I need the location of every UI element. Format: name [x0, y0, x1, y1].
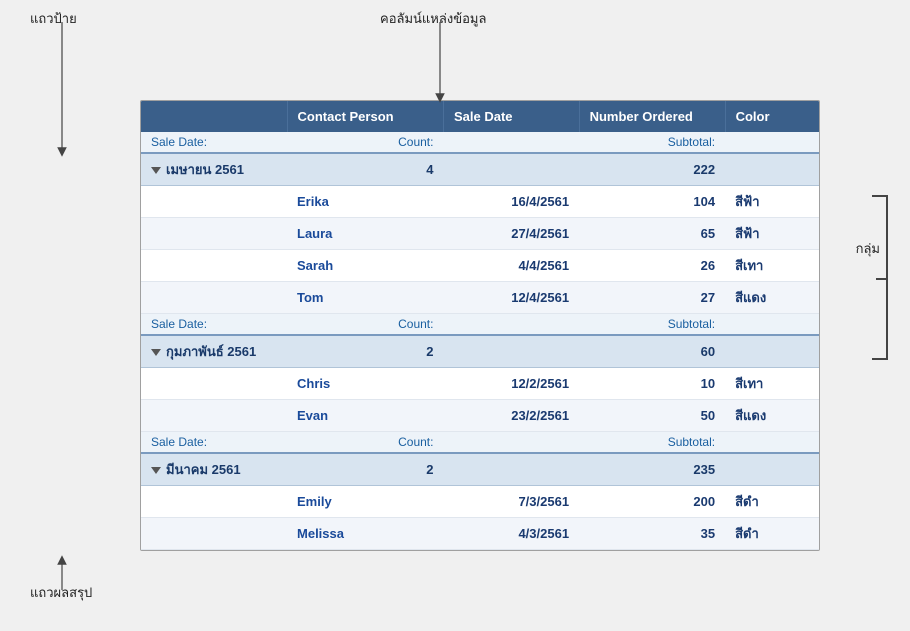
color-cell: สีฟ้า [725, 218, 819, 250]
qty-cell: 27 [579, 282, 725, 314]
empty-first-cell [141, 186, 287, 218]
count-label: Count: [287, 132, 443, 153]
table-row: Laura 27/4/2561 65 สีฟ้า [141, 218, 819, 250]
contact-name-cell: Laura [287, 218, 443, 250]
summary-label-annotation: แถวผลสรุป [30, 582, 92, 603]
group-header-row: มีนาคม 2561 2 235 [141, 453, 819, 486]
group-date-empty [443, 335, 579, 368]
col-header-contact: Contact Person [287, 101, 443, 132]
group-subtotal-cell: 222 [579, 153, 725, 186]
group-header-row: เมษายน 2561 4 222 [141, 153, 819, 186]
group-subtotal-cell: 235 [579, 453, 725, 486]
empty-first-cell [141, 518, 287, 550]
date-cell: 16/4/2561 [443, 186, 579, 218]
group-count-cell: 2 [287, 335, 443, 368]
collapse-triangle[interactable] [151, 167, 161, 174]
collapse-triangle[interactable] [151, 349, 161, 356]
group-name-cell: เมษายน 2561 [141, 153, 287, 186]
group-name-cell: กุมภาพันธ์ 2561 [141, 335, 287, 368]
subtotal-label: Subtotal: [579, 432, 725, 454]
table-row: Sarah 4/4/2561 26 สีเทา [141, 250, 819, 282]
empty-first-cell [141, 486, 287, 518]
qty-cell: 65 [579, 218, 725, 250]
column-label-annotation: คอลัมน์แหล่งข้อมูล [380, 8, 486, 29]
color-cell: สีแดง [725, 400, 819, 432]
qty-cell: 50 [579, 400, 725, 432]
count-label: Count: [287, 314, 443, 336]
col-header-number: Number Ordered [579, 101, 725, 132]
empty-cell [443, 432, 579, 454]
table-row: Emily 7/3/2561 200 สีดำ [141, 486, 819, 518]
table-header-row: Contact Person Sale Date Number Ordered … [141, 101, 819, 132]
group-name-cell: มีนาคม 2561 [141, 453, 287, 486]
contact-name-cell: Erika [287, 186, 443, 218]
table-row: Melissa 4/3/2561 35 สีดำ [141, 518, 819, 550]
group-color-empty [725, 453, 819, 486]
table-row: Erika 16/4/2561 104 สีฟ้า [141, 186, 819, 218]
group-date-empty [443, 453, 579, 486]
table-row: Chris 12/2/2561 10 สีเทา [141, 368, 819, 400]
date-cell: 23/2/2561 [443, 400, 579, 432]
contact-name-cell: Chris [287, 368, 443, 400]
count-label: Count: [287, 432, 443, 454]
data-table: Contact Person Sale Date Number Ordered … [141, 101, 819, 550]
qty-cell: 26 [579, 250, 725, 282]
col-header-empty [141, 101, 287, 132]
empty-first-cell [141, 400, 287, 432]
qty-cell: 35 [579, 518, 725, 550]
color-cell: สีแดง [725, 282, 819, 314]
contact-name-cell: Emily [287, 486, 443, 518]
empty-cell2 [725, 314, 819, 336]
color-cell: สีดำ [725, 518, 819, 550]
contact-name-cell: Tom [287, 282, 443, 314]
sale-date-label: Sale Date: [141, 314, 287, 336]
col-header-sale-date: Sale Date [443, 101, 579, 132]
qty-cell: 104 [579, 186, 725, 218]
empty-first-cell [141, 282, 287, 314]
col-header-color: Color [725, 101, 819, 132]
color-cell: สีดำ [725, 486, 819, 518]
color-cell: สีเทา [725, 250, 819, 282]
group-color-empty [725, 153, 819, 186]
group-color-empty [725, 335, 819, 368]
sale-date-subheader-row: Sale Date: Count: Subtotal: [141, 432, 819, 454]
group-subtotal-cell: 60 [579, 335, 725, 368]
sale-date-subheader-row: Sale Date: Count: Subtotal: [141, 314, 819, 336]
sale-date-subheader-row: Sale Date: Count: Subtotal: [141, 132, 819, 153]
empty-first-cell [141, 218, 287, 250]
subtotal-label: Subtotal: [579, 132, 725, 153]
contact-name-cell: Melissa [287, 518, 443, 550]
empty-cell [443, 132, 579, 153]
empty-cell2 [725, 132, 819, 153]
date-cell: 4/3/2561 [443, 518, 579, 550]
date-cell: 7/3/2561 [443, 486, 579, 518]
group-count-cell: 4 [287, 153, 443, 186]
sale-date-label: Sale Date: [141, 432, 287, 454]
empty-cell2 [725, 432, 819, 454]
table-row: Tom 12/4/2561 27 สีแดง [141, 282, 819, 314]
empty-cell [443, 314, 579, 336]
group-brace [872, 195, 888, 360]
table-row: Evan 23/2/2561 50 สีแดง [141, 400, 819, 432]
date-cell: 12/2/2561 [443, 368, 579, 400]
tag-label-annotation: แถวป้าย [30, 8, 77, 29]
qty-cell: 10 [579, 368, 725, 400]
contact-name-cell: Evan [287, 400, 443, 432]
group-count-cell: 2 [287, 453, 443, 486]
group-header-row: กุมภาพันธ์ 2561 2 60 [141, 335, 819, 368]
collapse-triangle[interactable] [151, 467, 161, 474]
date-cell: 4/4/2561 [443, 250, 579, 282]
empty-first-cell [141, 368, 287, 400]
color-cell: สีฟ้า [725, 186, 819, 218]
date-cell: 27/4/2561 [443, 218, 579, 250]
date-cell: 12/4/2561 [443, 282, 579, 314]
contact-name-cell: Sarah [287, 250, 443, 282]
group-date-empty [443, 153, 579, 186]
main-table-wrapper: Contact Person Sale Date Number Ordered … [140, 100, 820, 551]
color-cell: สีเทา [725, 368, 819, 400]
empty-first-cell [141, 250, 287, 282]
qty-cell: 200 [579, 486, 725, 518]
subtotal-label: Subtotal: [579, 314, 725, 336]
sale-date-label: Sale Date: [141, 132, 287, 153]
